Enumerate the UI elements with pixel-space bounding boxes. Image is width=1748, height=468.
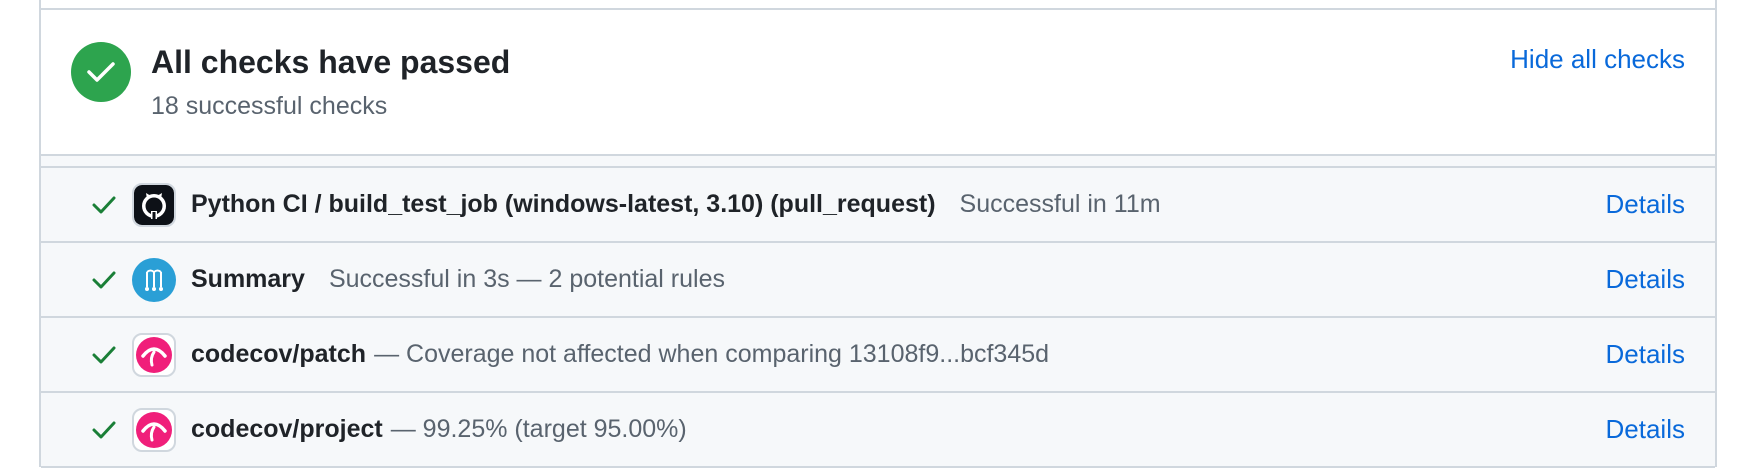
check-name: Summary (191, 265, 305, 293)
check-icon (89, 267, 119, 293)
checks-list: Python CI / build_test_job (windows-late… (41, 168, 1715, 468)
github-icon (132, 183, 176, 227)
codecov-icon (132, 333, 176, 377)
codecov-icon (132, 408, 176, 452)
summary-title: All checks have passed (151, 44, 511, 80)
details-link[interactable]: Details (1606, 168, 1685, 241)
divider (41, 156, 1715, 168)
check-icon (89, 192, 119, 218)
check-description: — 99.25% (target 95.00%) (390, 415, 687, 443)
check-icon (89, 342, 119, 368)
check-icon (89, 417, 119, 443)
check-row: Summary Successful in 3s — 2 potential r… (41, 243, 1715, 318)
check-row: Python CI / build_test_job (windows-late… (41, 168, 1715, 243)
success-status-icon (71, 42, 131, 102)
checks-panel: All checks have passed 18 successful che… (39, 0, 1717, 468)
check-description: Successful in 3s — 2 potential rules (328, 265, 725, 293)
summary-subtitle: 18 successful checks (151, 92, 388, 120)
check-name: codecov/patch (191, 340, 367, 368)
check-description: Successful in 11m (959, 190, 1161, 218)
check-name: Python CI / build_test_job (windows-late… (191, 190, 936, 218)
check-row: codecov/project — 99.25% (target 95.00%)… (41, 393, 1715, 468)
check-description: — Coverage not affected when comparing 1… (374, 340, 1050, 368)
details-link[interactable]: Details (1606, 318, 1685, 391)
checkmark-icon (87, 62, 115, 82)
hide-all-checks-link[interactable]: Hide all checks (1510, 44, 1685, 75)
check-row: codecov/patch — Coverage not affected wh… (41, 318, 1715, 393)
details-link[interactable]: Details (1606, 393, 1685, 466)
mergify-icon (132, 258, 176, 302)
check-name: codecov/project (191, 415, 383, 443)
checks-summary: All checks have passed 18 successful che… (41, 10, 1715, 156)
details-link[interactable]: Details (1606, 243, 1685, 316)
